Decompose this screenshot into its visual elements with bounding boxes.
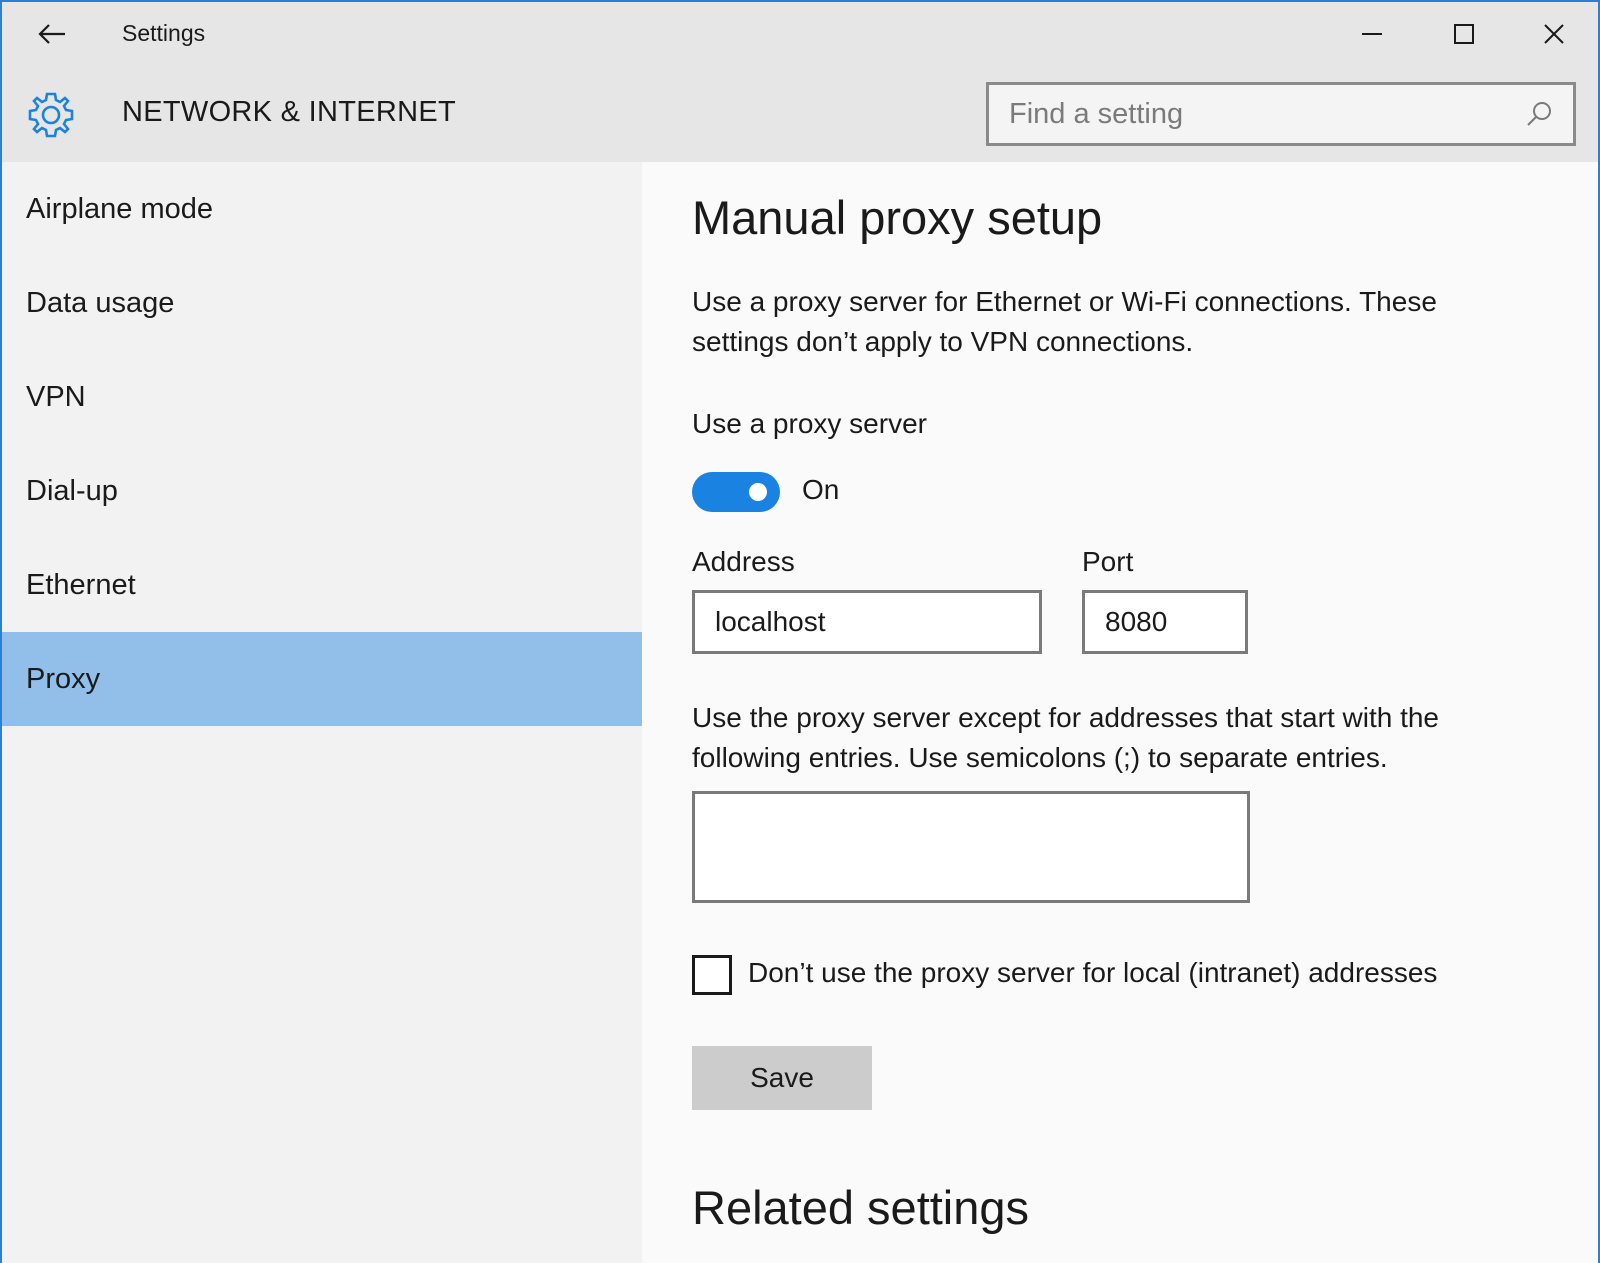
- exceptions-field[interactable]: [692, 791, 1250, 903]
- local-bypass-checkbox[interactable]: [692, 955, 732, 995]
- section-title: NETWORK & INTERNET: [122, 96, 457, 128]
- back-button[interactable]: [24, 14, 80, 54]
- search-input[interactable]: [989, 85, 1519, 143]
- proxy-description: Use a proxy server for Ethernet or Wi-Fi…: [692, 286, 1437, 357]
- search-icon[interactable]: [1519, 94, 1559, 134]
- title-bar: Settings: [2, 2, 1598, 68]
- settings-window: Settings NETWORK & INTERNET Find a setti…: [0, 0, 1600, 1263]
- settings-header: NETWORK & INTERNET: [2, 68, 1598, 162]
- related-settings-heading: Related settings: [692, 1181, 1030, 1234]
- port-label: Port: [1082, 546, 1134, 577]
- sidebar-item-airplane-mode[interactable]: Airplane mode: [2, 162, 642, 256]
- minimize-button[interactable]: [1342, 10, 1402, 58]
- maximize-button[interactable]: [1434, 10, 1494, 58]
- toggle-state-label: On: [802, 474, 840, 505]
- save-button[interactable]: Save: [692, 1046, 872, 1110]
- search-box[interactable]: [986, 82, 1576, 146]
- sidebar-item-ethernet[interactable]: Ethernet: [2, 538, 642, 632]
- exceptions-description: Use the proxy server except for addresse…: [692, 702, 1440, 773]
- sidebar-item-data-usage[interactable]: Data usage: [2, 256, 642, 350]
- toggle-knob: [749, 483, 767, 501]
- port-field[interactable]: [1082, 590, 1248, 654]
- close-button[interactable]: [1524, 10, 1584, 58]
- sidebar-item-vpn[interactable]: VPN: [2, 350, 642, 444]
- minimize-icon: [1362, 33, 1382, 35]
- sidebar-item-dial-up[interactable]: Dial-up: [2, 444, 642, 538]
- use-proxy-label: Use a proxy server: [692, 408, 927, 439]
- sidebar-nav: Airplane mode Data usage VPN Dial-up Eth…: [2, 162, 642, 1263]
- use-proxy-toggle[interactable]: [692, 472, 780, 512]
- page-title: Manual proxy setup: [692, 191, 1103, 244]
- sidebar-item-proxy[interactable]: Proxy: [2, 632, 642, 726]
- gear-icon: [28, 92, 74, 138]
- proxy-settings-panel: Manual proxy setup Use a proxy server fo…: [642, 162, 1598, 1263]
- window-title: Settings: [122, 20, 206, 46]
- address-label: Address: [692, 546, 795, 577]
- close-icon: [1544, 24, 1564, 44]
- local-bypass-label[interactable]: Don’t use the proxy server for local (in…: [748, 957, 1437, 989]
- maximize-icon: [1454, 24, 1474, 44]
- arrow-left-icon: [38, 24, 65, 44]
- address-field[interactable]: [692, 590, 1042, 654]
